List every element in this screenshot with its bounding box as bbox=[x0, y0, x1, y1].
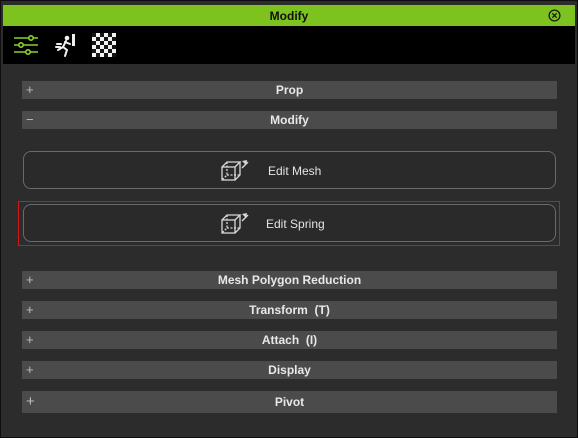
title-bar[interactable]: Modify bbox=[3, 5, 575, 26]
modify-tool-icon[interactable] bbox=[12, 31, 40, 59]
window-title: Modify bbox=[269, 9, 309, 23]
section-label: Modify bbox=[270, 113, 309, 127]
section-label: Mesh Polygon Reduction bbox=[217, 273, 362, 287]
close-icon[interactable] bbox=[548, 9, 561, 22]
edit-mesh-button[interactable]: Edit Mesh bbox=[23, 151, 556, 189]
section-label: Prop bbox=[275, 83, 304, 97]
section-label: Display bbox=[268, 363, 311, 377]
section-mesh-polygon-reduction[interactable]: + Mesh Polygon Reduction bbox=[22, 271, 557, 289]
edit-mesh-label: Edit Mesh bbox=[268, 164, 322, 178]
material-tool-icon[interactable] bbox=[92, 31, 120, 59]
tab-toolbar bbox=[3, 26, 575, 64]
edit-mesh-icon bbox=[220, 158, 250, 184]
modify-panel: + Prop − Modify Edit Mesh Edit Spring + … bbox=[10, 65, 568, 430]
section-modify[interactable]: − Modify bbox=[22, 111, 557, 129]
section-prop[interactable]: + Prop bbox=[22, 81, 557, 99]
section-pivot[interactable]: + Pivot bbox=[22, 391, 557, 413]
section-label: Transform (T) bbox=[249, 303, 330, 317]
selection-highlight bbox=[18, 201, 560, 246]
section-display[interactable]: + Display bbox=[22, 361, 557, 379]
section-transform[interactable]: + Transform (T) bbox=[22, 301, 557, 319]
section-label: Pivot bbox=[274, 395, 305, 409]
motion-tool-icon[interactable] bbox=[53, 31, 81, 59]
section-label: Attach (I) bbox=[261, 333, 318, 347]
modify-window: Modify + Prop − Modify Edit Mesh Edit Sp… bbox=[0, 0, 578, 438]
section-attach[interactable]: + Attach (I) bbox=[22, 331, 557, 349]
